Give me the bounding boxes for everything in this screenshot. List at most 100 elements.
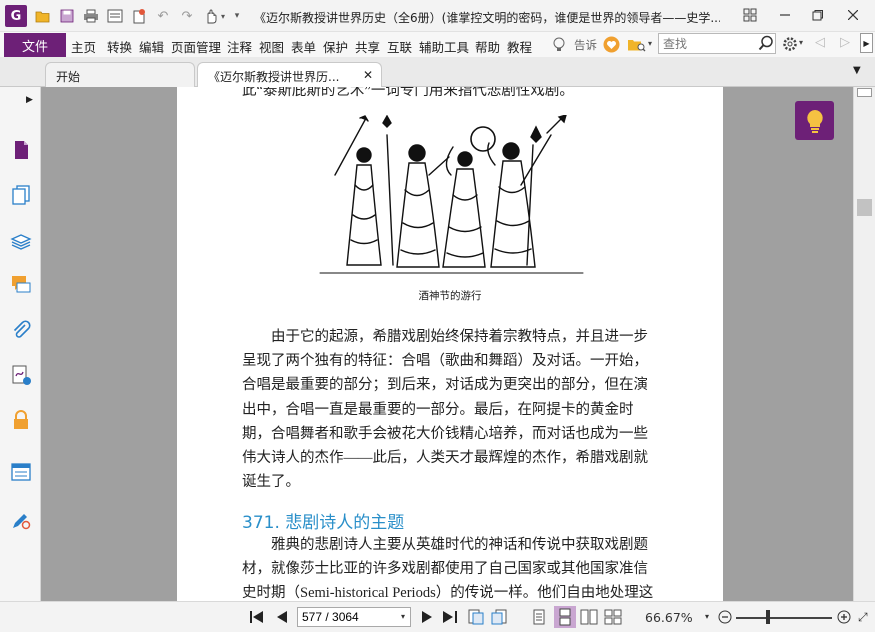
tab-close-icon[interactable]: ✕: [363, 68, 373, 82]
text-line: 伟大诗人的杰作——此后，人类天才最辉煌的杰作，希腊戏剧就: [242, 450, 648, 467]
page-top-line: 此“泰斯庇斯的艺术”一词专门用来指代悲剧性戏剧。: [242, 87, 574, 99]
continuous-facing-view-icon[interactable]: [604, 608, 622, 626]
folder-search-icon[interactable]: [627, 37, 647, 56]
menu-convert[interactable]: 转换: [107, 37, 132, 56]
scrollbar-top-arrow[interactable]: [857, 88, 872, 97]
tell-me-label[interactable]: 告诉: [574, 37, 597, 53]
menu-view[interactable]: 视图: [259, 37, 284, 56]
menu-share[interactable]: 共享: [355, 37, 380, 56]
text-line: 由于它的起源，希腊戏剧始终保持着宗教特点，并且进一步: [242, 329, 648, 345]
text-line: 材，就像莎士比亚的许多戏剧都使用了自己国家或其他国家准信: [242, 561, 648, 578]
undo-icon[interactable]: ↶: [154, 7, 172, 25]
text-line: 诞生了。: [242, 474, 300, 491]
redo-icon[interactable]: ↷: [178, 7, 196, 25]
last-page-icon[interactable]: [441, 608, 459, 626]
zoom-out-icon[interactable]: [716, 608, 734, 626]
pdf-page: 此“泰斯庇斯的艺术”一词专门用来指代悲剧性戏剧。 酒神节的游行 由于它的起源，希…: [177, 87, 723, 601]
print-icon[interactable]: [82, 7, 100, 25]
first-page-icon[interactable]: [248, 608, 266, 626]
signatures-icon[interactable]: [10, 364, 32, 386]
menu-protect[interactable]: 保护: [323, 37, 348, 56]
zoom-slider-thumb[interactable]: [765, 610, 770, 624]
new-document-icon[interactable]: [130, 7, 148, 25]
menu-home[interactable]: 主页: [71, 37, 96, 56]
attachments-icon[interactable]: [10, 319, 32, 341]
search-icon[interactable]: [758, 35, 774, 51]
status-bar: ▾ 66.67% ▾ ⤢: [0, 601, 875, 632]
layers-icon[interactable]: [10, 229, 32, 251]
open-folder-icon[interactable]: [34, 7, 52, 25]
menu-accessibility[interactable]: 辅助工具: [419, 37, 469, 56]
continuous-view-icon[interactable]: [554, 606, 576, 628]
heart-icon[interactable]: [603, 36, 620, 56]
ribbon-expand-icon[interactable]: ▶: [860, 33, 873, 53]
page-number-input[interactable]: [297, 607, 411, 627]
menu-help[interactable]: 帮助: [475, 37, 500, 56]
ribbon-scroll-right-icon[interactable]: ▷: [840, 35, 850, 50]
zoom-dropdown-icon[interactable]: ▾: [705, 612, 709, 621]
tab-list-dropdown-icon[interactable]: ▼: [853, 65, 861, 76]
single-page-view-icon[interactable]: [530, 608, 548, 626]
tips-lightbulb-icon: [806, 109, 823, 133]
fullscreen-icon[interactable]: ⤢: [858, 610, 868, 625]
zoom-level[interactable]: 66.67%: [645, 610, 693, 625]
text-line: 雅典的悲剧诗人主要从英雄时代的神话和传说中获取戏剧题: [242, 537, 648, 553]
restore-icon[interactable]: [804, 4, 830, 26]
customize-toolbar-icon[interactable]: ▾: [232, 7, 242, 25]
menu-tutorial[interactable]: 教程: [507, 37, 532, 56]
menu-form[interactable]: 表单: [291, 37, 316, 56]
search-options-dropdown-icon[interactable]: ▾: [648, 39, 652, 48]
tab-start[interactable]: 开始: [45, 62, 195, 87]
zoom-in-icon[interactable]: [835, 608, 853, 626]
ribbon-display-icon[interactable]: [737, 4, 763, 26]
document-canvas[interactable]: 此“泰斯庇斯的艺术”一词专门用来指代悲剧性戏剧。 酒神节的游行 由于它的起源，希…: [41, 87, 853, 601]
text-line: 史时期（Semi-historical Periods）的传说一样。他们自由地处…: [242, 585, 654, 601]
menu-edit[interactable]: 编辑: [139, 37, 164, 56]
lightbulb-icon[interactable]: [552, 37, 566, 56]
ribbon-scroll-left-icon[interactable]: ◁: [815, 35, 825, 50]
text-line: 出中，合唱一直是最重要的一部分。最后，在阿提卡的黄金时: [242, 401, 634, 418]
form-fields-icon[interactable]: [10, 461, 32, 483]
tab-document[interactable]: 《迈尔斯教授讲世界历... ✕: [197, 62, 382, 88]
properties-icon[interactable]: [106, 7, 124, 25]
text-line: 合唱是最重要的部分；到后来，对话成为更突出的部分，但在演: [242, 377, 648, 394]
dionysian-procession-illustration: [319, 115, 584, 274]
tab-document-label: 《迈尔斯教授讲世界历...: [208, 70, 340, 84]
previous-view-icon[interactable]: [467, 608, 485, 626]
hand-tool-dropdown-icon[interactable]: ▾: [218, 7, 228, 25]
paragraph-1: 由于它的起源，希腊戏剧始终保持着宗教特点，并且进一步 呈现了两个独有的特征：合唱…: [242, 325, 662, 494]
comments-icon[interactable]: [10, 274, 32, 296]
settings-gear-icon[interactable]: [782, 36, 798, 55]
tab-start-label: 开始: [56, 70, 81, 84]
menu-connect[interactable]: 互联: [387, 37, 412, 56]
previous-page-icon[interactable]: [273, 608, 291, 626]
menu-page-management[interactable]: 页面管理: [171, 37, 221, 56]
security-lock-icon[interactable]: [10, 409, 32, 431]
title-bar: G ↶ ↷ ▾ ▾ 《迈尔斯教授讲世界历史（全6册）(谁掌控文明的密码，谁便是世…: [0, 0, 875, 32]
expand-panel-icon[interactable]: ▶: [26, 95, 33, 105]
navigation-panel: ▶: [0, 87, 44, 601]
tips-lightbulb-button[interactable]: [795, 101, 834, 140]
text-line: 期，合唱舞者和歌手会被花大价钱精心培养，而对话也成为一些: [242, 425, 648, 442]
app-logo[interactable]: G: [5, 5, 27, 27]
window-title: 《迈尔斯教授讲世界历史（全6册）(谁掌控文明的密码，谁便是世界的领导者——史学.…: [254, 11, 720, 25]
page-dropdown-icon[interactable]: ▾: [401, 612, 405, 621]
menu-comment[interactable]: 注释: [227, 37, 252, 56]
file-menu-button[interactable]: 文件: [4, 33, 66, 57]
scrollbar-thumb[interactable]: [857, 199, 872, 216]
close-icon[interactable]: [840, 4, 866, 26]
settings-dropdown-icon[interactable]: ▾: [799, 38, 803, 47]
next-view-icon[interactable]: [490, 608, 508, 626]
tab-bar: 开始 《迈尔斯教授讲世界历... ✕ ▼: [0, 57, 875, 88]
next-page-icon[interactable]: [418, 608, 436, 626]
section-heading: 371. 悲剧诗人的主题: [242, 513, 405, 533]
paragraph-2: 雅典的悲剧诗人主要从英雄时代的神话和传说中获取戏剧题 材，就像莎士比亚的许多戏剧…: [242, 533, 662, 601]
minimize-icon[interactable]: [772, 4, 798, 26]
page-thumbnails-icon[interactable]: [10, 139, 32, 161]
vertical-scrollbar[interactable]: [853, 87, 875, 601]
pages-panel-icon[interactable]: [10, 184, 32, 206]
certify-pen-icon[interactable]: [10, 509, 32, 531]
save-icon[interactable]: [58, 7, 76, 25]
facing-view-icon[interactable]: [580, 608, 598, 626]
zoom-slider-track[interactable]: [736, 617, 832, 619]
